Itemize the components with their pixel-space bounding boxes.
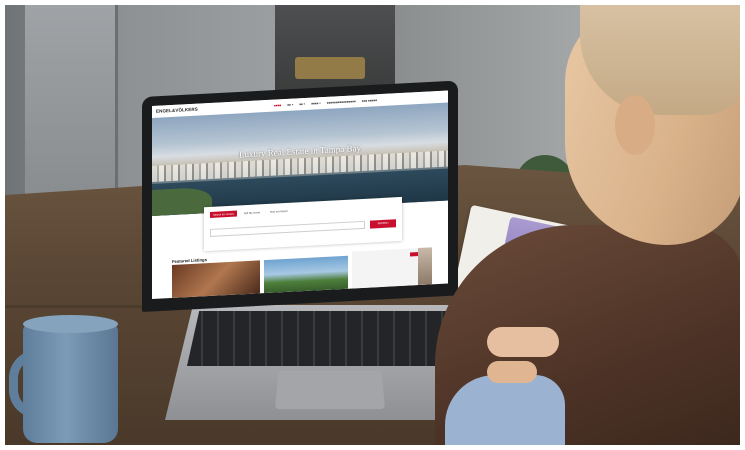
mug-rim (23, 315, 118, 333)
nav-link: ■■■■ (274, 102, 282, 108)
nav-link: ■■■ ■■■■■ (361, 97, 378, 103)
tab-find-advisor: Find an Advisor (270, 209, 288, 214)
tab-search-homes: Search for Homes (210, 210, 237, 218)
hero-park (152, 186, 212, 216)
person-hand (487, 327, 559, 357)
nav-link: ■■■■■■■■■■■■■■■■ (326, 98, 356, 105)
nav-link: ■■ ▾ (299, 101, 306, 106)
tab-sell-home: Sell My Home (243, 210, 261, 215)
listing-thumb (418, 247, 432, 286)
site-logo: ENGEL&VÖLKERS (156, 106, 198, 114)
listing-card-interior (172, 260, 260, 298)
nav-link: ■■ ▾ (287, 102, 294, 107)
search-input (210, 220, 365, 237)
hero-image: Luxury Real Estate in Tampa Bay (152, 102, 448, 216)
nav-links: ■■■■ ■■ ▾ ■■ ▾ ■■■■ ▾ ■■■■■■■■■■■■■■■■ ■… (274, 98, 377, 107)
person-ear (615, 95, 655, 155)
listing-card-info (352, 247, 432, 289)
search-card: Search for Homes Sell My Home Find an Ad… (204, 196, 402, 252)
search-button: SEARCH (370, 219, 396, 229)
laptop-trackpad (275, 371, 385, 409)
person-fingers (487, 361, 537, 383)
laptop-screen: ENGEL&VÖLKERS ■■■■ ■■ ▾ ■■ ▾ ■■■■ ▾ ■■■■… (152, 90, 448, 299)
photo: ENGEL&VÖLKERS ■■■■ ■■ ▾ ■■ ▾ ■■■■ ▾ ■■■■… (5, 5, 740, 445)
person-shirt (445, 375, 565, 445)
search-tabs: Search for Homes Sell My Home Find an Ad… (210, 208, 291, 218)
background-floor-light (295, 57, 365, 79)
nav-link: ■■■■ ▾ (311, 100, 321, 106)
coffee-mug (23, 323, 118, 443)
background-door (25, 5, 118, 195)
listing-card-exterior (264, 255, 348, 294)
